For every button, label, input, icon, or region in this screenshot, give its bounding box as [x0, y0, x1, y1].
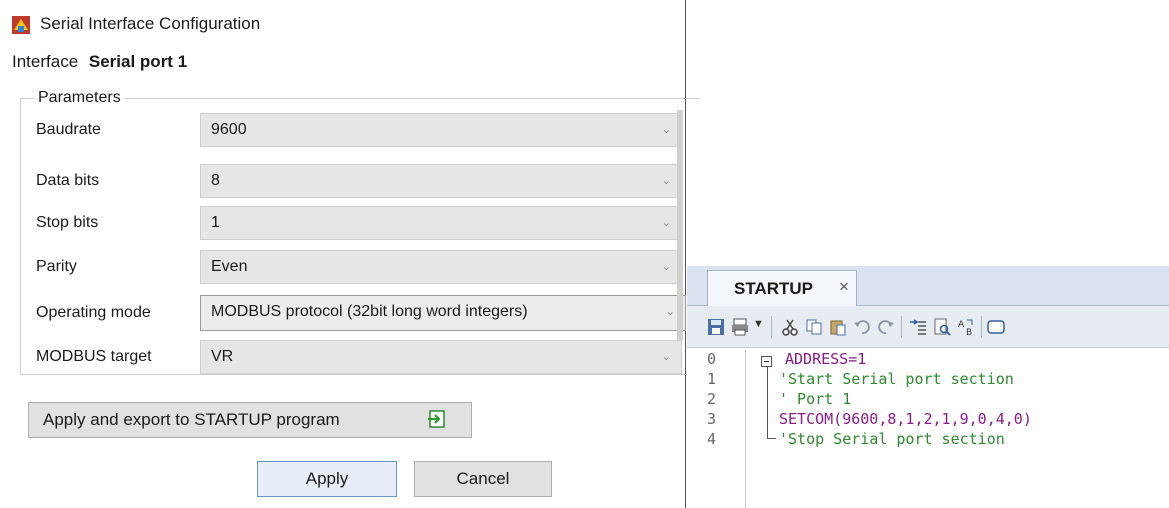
select-value: 9600 — [211, 121, 247, 138]
cancel-label: Cancel — [456, 469, 510, 488]
param-row-parity: Parity Even ⌄ — [20, 250, 686, 286]
param-label: Data bits — [36, 172, 100, 189]
apply-label: Apply — [305, 469, 349, 488]
toolbar-separator — [981, 316, 982, 338]
stop-bits-select[interactable]: 1 ⌄ — [200, 206, 682, 240]
param-row-operating-mode: Operating mode MODBUS protocol (32bit lo… — [20, 295, 686, 332]
parameters-group-title: Parameters — [34, 89, 125, 107]
redo-icon[interactable] — [877, 318, 895, 336]
select-value: MODBUS protocol (32bit long word integer… — [211, 303, 528, 320]
app-icon — [12, 16, 30, 34]
modbus-target-select[interactable]: VR ⌄ — [200, 340, 682, 374]
param-row-stop-bits: Stop bits 1 ⌄ — [20, 206, 686, 242]
export-arrow-icon — [428, 410, 445, 428]
serial-config-dialog: Serial Interface Configuration Interface… — [0, 0, 700, 508]
select-value: 1 — [211, 214, 220, 231]
code-line: SETCOM(9600,8,1,2,1,9,0,4,0) — [779, 410, 1032, 428]
param-label: Stop bits — [36, 214, 99, 231]
close-icon[interactable]: × — [839, 277, 849, 297]
paste-icon[interactable] — [829, 318, 847, 336]
dialog-title: Serial Interface Configuration — [40, 14, 261, 33]
parity-select[interactable]: Even ⌄ — [200, 250, 682, 284]
data-bits-select[interactable]: 8 ⌄ — [200, 164, 682, 198]
operating-mode-select[interactable]: MODBUS protocol (32bit long word integer… — [200, 295, 686, 331]
editor-tab-strip: STARTUP × — [687, 266, 1169, 306]
editor-toolbar: ▼ AB — [687, 306, 1169, 348]
apply-export-label: Apply and export to STARTUP program — [43, 410, 340, 429]
param-label: Baudrate — [36, 121, 101, 138]
code-line: ' Port 1 — [779, 390, 852, 408]
chevron-down-icon: ⌄ — [661, 261, 671, 273]
chevron-down-icon: ⌄ — [661, 351, 671, 363]
gutter-separator — [745, 350, 746, 508]
find-icon[interactable] — [933, 318, 951, 336]
line-number: 4 — [707, 430, 717, 448]
param-row-baudrate: Baudrate 9600 ⌄ — [20, 113, 686, 149]
interface-label: Interface — [12, 52, 79, 71]
select-value: 8 — [211, 172, 220, 189]
svg-text:A: A — [958, 320, 965, 330]
comment-box-icon[interactable] — [987, 318, 1005, 336]
apply-button[interactable]: Apply — [257, 461, 397, 497]
chevron-down-icon: ⌄ — [661, 124, 671, 136]
baudrate-select[interactable]: 9600 ⌄ — [200, 113, 682, 147]
interface-value: Serial port 1 — [88, 52, 188, 71]
fold-toggle-icon[interactable] — [761, 356, 772, 367]
fold-guide-end — [767, 438, 776, 439]
print-icon[interactable] — [731, 318, 749, 336]
undo-icon[interactable] — [853, 318, 871, 336]
apply-export-button[interactable]: Apply and export to STARTUP program — [28, 402, 472, 438]
cut-icon[interactable] — [781, 318, 799, 336]
line-number: 3 — [707, 410, 717, 428]
chevron-down-icon[interactable]: ▼ — [753, 318, 764, 330]
param-label: Operating mode — [36, 304, 151, 321]
fold-guide — [767, 367, 768, 438]
svg-text:B: B — [966, 328, 972, 336]
parameters-scrollbar[interactable] — [677, 110, 683, 340]
code-editor: STARTUP × ▼ A B 0 1 2 3 4 ADDRESS=1 'Sta… — [687, 266, 1169, 508]
dialog-titlebar: Serial Interface Configuration — [0, 0, 686, 42]
code-line: ADDRESS=1 — [785, 350, 867, 368]
select-value: Even — [211, 258, 248, 275]
param-row-modbus-target: MODBUS target VR ⌄ — [20, 340, 686, 376]
param-label: MODBUS target — [36, 348, 152, 365]
line-number: 2 — [707, 390, 717, 408]
toolbar-separator — [901, 316, 902, 338]
line-number: 0 — [707, 350, 717, 368]
cancel-button[interactable]: Cancel — [414, 461, 552, 497]
interface-row: Interface Serial port 1 — [12, 52, 187, 72]
chevron-down-icon: ⌄ — [661, 217, 671, 229]
copy-icon[interactable] — [805, 318, 823, 336]
tab-label: STARTUP — [734, 279, 814, 298]
param-row-data-bits: Data bits 8 ⌄ — [20, 164, 686, 200]
replace-icon[interactable]: AB — [957, 318, 975, 336]
toolbar-separator — [771, 316, 772, 338]
save-icon[interactable] — [707, 318, 725, 336]
param-label: Parity — [36, 258, 77, 275]
select-value: VR — [211, 348, 234, 365]
code-line: 'Stop Serial port section — [779, 430, 1005, 448]
indent-icon[interactable] — [909, 318, 927, 336]
code-area[interactable]: 0 1 2 3 4 ADDRESS=1 'Start Serial port s… — [687, 350, 1169, 508]
code-line: 'Start Serial port section — [779, 370, 1014, 388]
tab-startup[interactable]: STARTUP × — [707, 270, 857, 306]
line-number: 1 — [707, 370, 717, 388]
chevron-down-icon: ⌄ — [661, 175, 671, 187]
chevron-down-icon: ⌄ — [665, 306, 675, 318]
